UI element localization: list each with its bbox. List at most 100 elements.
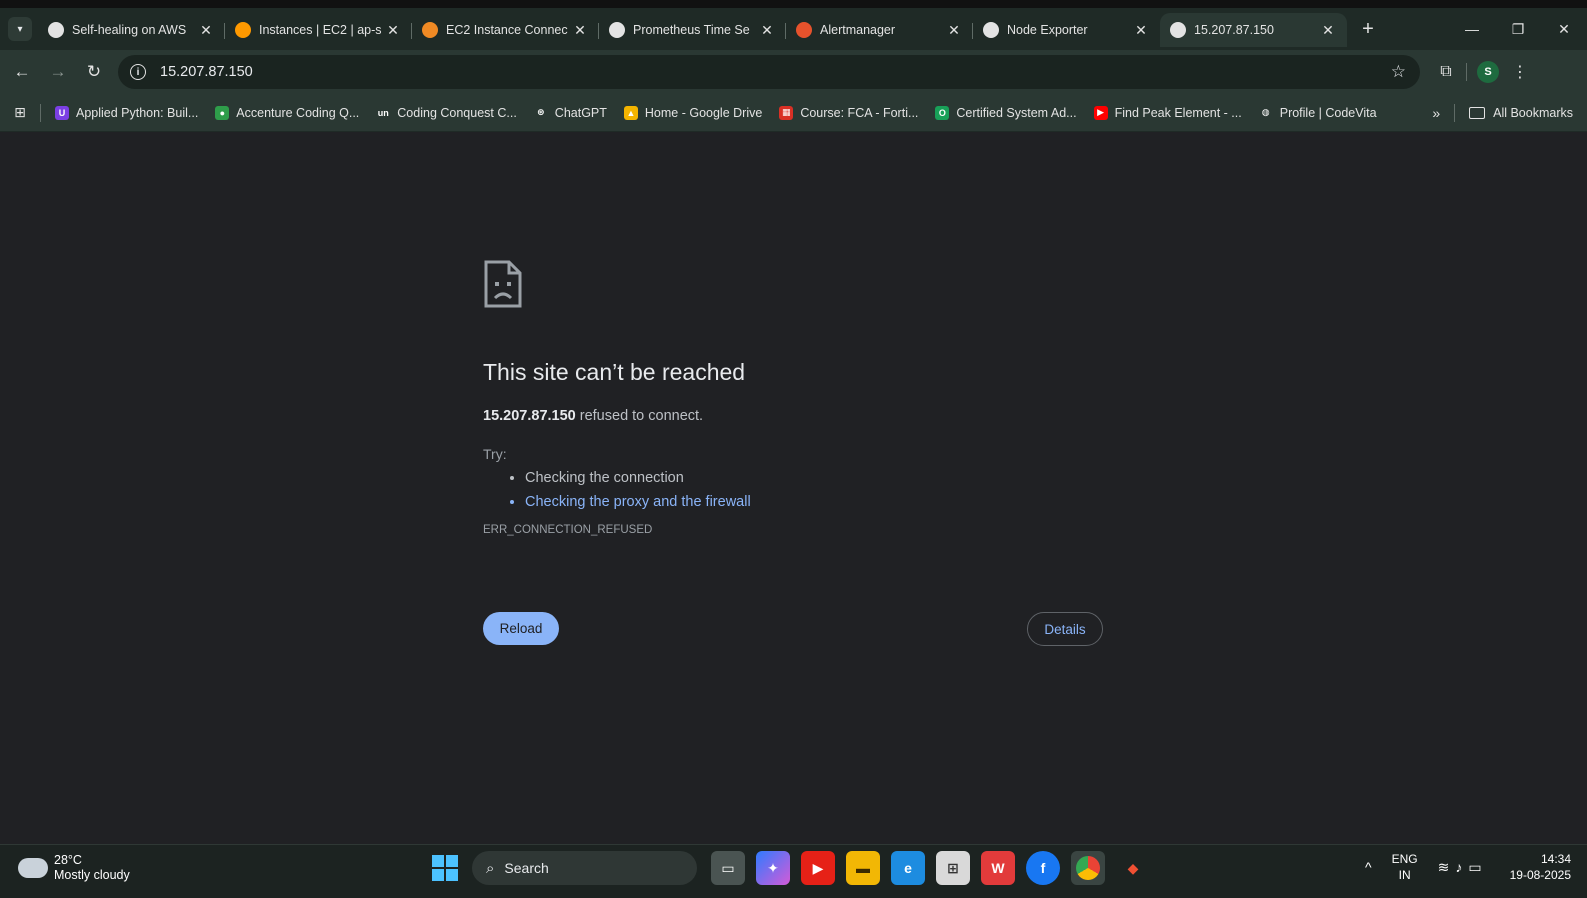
bookmark-label: ChatGPT xyxy=(554,105,607,120)
file-explorer-icon[interactable]: ▬ xyxy=(846,851,880,885)
error-desc-text: refused to connect. xyxy=(575,408,704,424)
tab-strip: ▾ Self-healing on AWS ✕ Instances | EC2 | … xyxy=(0,8,1587,50)
bookmark-item[interactable]: ⊛ ChatGPT xyxy=(533,105,607,120)
bookmark-item[interactable]: ▲ Home - Google Drive xyxy=(623,105,762,120)
suggestion-connection: Checking the connection xyxy=(525,470,1103,486)
taskbar-search[interactable]: ⌕ Search xyxy=(472,851,697,885)
browser-tab[interactable]: Node Exporter ✕ xyxy=(973,13,1160,47)
bookmark-label: Applied Python: Buil... xyxy=(76,105,199,120)
wps-office-icon[interactable]: W xyxy=(981,851,1015,885)
tab-title: 15.207.87.150 xyxy=(1194,23,1274,37)
bookmark-favicon-icon: ● xyxy=(215,105,230,120)
tab-title: Self-healing on AWS xyxy=(72,23,187,37)
error-title: This site can’t be reached xyxy=(483,359,746,385)
bookmark-item[interactable]: ▶ Find Peak Element - ... xyxy=(1093,105,1242,120)
reload-button[interactable]: Reload xyxy=(483,612,559,645)
clock[interactable]: 14:34 19-08-2025 xyxy=(1510,851,1571,883)
try-label: Try: xyxy=(483,446,507,462)
bookmark-label: Course: FCA - Forti... xyxy=(800,105,919,120)
browser-tab[interactable]: Prometheus Time Se ✕ xyxy=(599,13,786,47)
youtube-icon[interactable]: ▶ xyxy=(801,851,835,885)
chrome-icon[interactable] xyxy=(1071,851,1105,885)
suggestions-list: Checking the connection Checking the pro… xyxy=(483,470,1103,510)
tab-close-icon[interactable]: ✕ xyxy=(197,22,215,39)
tab-close-icon[interactable]: ✕ xyxy=(1132,22,1150,39)
forward-arrow-icon[interactable]: → xyxy=(40,62,76,82)
extensions-icon[interactable]: ⧉ xyxy=(1426,63,1466,81)
all-bookmarks-button[interactable]: All Bookmarks xyxy=(1469,106,1573,120)
profile-avatar[interactable]: S xyxy=(1477,61,1499,83)
minimize-icon[interactable]: — xyxy=(1449,21,1495,37)
tab-close-icon[interactable]: ✕ xyxy=(945,22,963,39)
bookmark-star-icon[interactable]: ☆ xyxy=(1391,62,1406,82)
screen-top-edge xyxy=(0,0,1587,8)
bookmark-favicon-icon: ▲ xyxy=(623,105,638,120)
copilot-icon[interactable]: ✦ xyxy=(756,851,790,885)
weather-widget[interactable]: 28°C Mostly cloudy xyxy=(18,851,130,883)
browser-tab[interactable]: Self-healing on AWS ✕ xyxy=(38,13,225,47)
wifi-volume-battery-icons[interactable]: ≋♪▭ xyxy=(1438,859,1488,876)
error-code: ERR_CONNECTION_REFUSED xyxy=(483,524,653,536)
language-indicator[interactable]: ENG IN xyxy=(1392,851,1418,883)
task-view-icon[interactable]: ▭ xyxy=(711,851,745,885)
tab-title: Instances | EC2 | ap-s xyxy=(259,23,382,37)
system-tray: ^ ENG IN ≋♪▭ 14:34 19-08-2025 xyxy=(1365,851,1571,883)
windows-start-icon[interactable] xyxy=(432,855,458,881)
back-arrow-icon[interactable]: ← xyxy=(4,62,40,82)
details-button[interactable]: Details xyxy=(1027,612,1103,646)
store-icon[interactable]: ⊞ xyxy=(936,851,970,885)
folder-icon xyxy=(1469,106,1486,119)
browser-tab[interactable]: 15.207.87.150 ✕ xyxy=(1160,13,1347,47)
weather-temperature: 28°C xyxy=(54,853,82,867)
error-page: This site can’t be reached 15.207.87.150… xyxy=(483,260,1103,536)
more-bookmarks-icon[interactable]: » xyxy=(1432,105,1440,121)
prometheus-icon xyxy=(796,22,812,38)
bookmark-label: Accenture Coding Q... xyxy=(236,105,360,120)
git-icon[interactable]: ◆ xyxy=(1116,851,1150,885)
bookmark-label: Find Peak Element - ... xyxy=(1114,105,1242,120)
toolbar-divider xyxy=(1466,63,1467,81)
taskbar-search-label: Search xyxy=(504,860,549,876)
error-description: 15.207.87.150 refused to connect. xyxy=(483,408,1103,424)
globe-icon xyxy=(609,22,625,38)
tab-close-icon[interactable]: ✕ xyxy=(758,22,776,39)
address-bar[interactable]: i 15.207.87.150 ☆ xyxy=(118,55,1420,89)
bookmark-item[interactable]: ◍ Profile | CodeVita xyxy=(1258,105,1377,120)
browser-tab[interactable]: EC2 Instance Connec ✕ xyxy=(412,13,599,47)
bookmark-item[interactable]: ● Accenture Coding Q... xyxy=(215,105,360,120)
bookmark-item[interactable]: un Coding Conquest C... xyxy=(376,105,517,120)
restore-icon[interactable]: ❐ xyxy=(1495,21,1541,38)
bookmarks-bar: ⊞ U Applied Python: Buil... ● Accenture Cod… xyxy=(0,94,1587,132)
bookmark-item[interactable]: U Applied Python: Buil... xyxy=(55,105,199,120)
edge-icon[interactable]: e xyxy=(891,851,925,885)
close-window-icon[interactable]: ✕ xyxy=(1541,21,1587,38)
tab-close-icon[interactable]: ✕ xyxy=(384,22,402,39)
bookmark-favicon-icon: U xyxy=(55,105,69,120)
bookmark-favicon-icon: ⊛ xyxy=(533,105,548,120)
bookmark-favicon-icon: ◍ xyxy=(1258,105,1273,120)
browser-toolbar: ← → ↻ i 15.207.87.150 ☆ ⧉ S ⋮ xyxy=(0,50,1587,94)
windows-taskbar: 28°C Mostly cloudy ⌕ Search ▭ ✦ ▶ ▬ e ⊞ … xyxy=(0,844,1587,898)
bookmark-item[interactable]: ▦ Course: FCA - Forti... xyxy=(779,105,919,120)
browser-tab[interactable]: Alertmanager ✕ xyxy=(786,13,973,47)
region-code: IN xyxy=(1398,868,1411,882)
browser-tab[interactable]: Instances | EC2 | ap-s ✕ xyxy=(225,13,412,47)
globe-icon xyxy=(1170,22,1186,38)
bookmark-favicon-icon: un xyxy=(376,105,391,120)
tab-close-icon[interactable]: ✕ xyxy=(571,22,589,39)
tab-close-icon[interactable]: ✕ xyxy=(1319,22,1337,39)
search-icon: ⌕ xyxy=(486,859,495,877)
taskbar-apps: ⌕ Search ▭ ✦ ▶ ▬ e ⊞ W f ◆ xyxy=(432,851,1161,885)
suggestion-proxy-firewall-link[interactable]: Checking the proxy and the firewall xyxy=(525,494,1103,510)
bookmark-favicon-icon: ▦ xyxy=(779,105,794,120)
menu-kebab-icon[interactable]: ⋮ xyxy=(1509,62,1531,82)
tab-title: Prometheus Time Se xyxy=(633,23,750,37)
tab-search-button[interactable]: ▾ xyxy=(8,17,32,41)
apps-grid-icon[interactable]: ⊞ xyxy=(0,104,40,121)
site-info-icon[interactable]: i xyxy=(130,64,146,80)
chevron-up-icon[interactable]: ^ xyxy=(1365,859,1372,875)
new-tab-button[interactable]: + xyxy=(1357,18,1379,41)
bookmark-item[interactable]: O Certified System Ad... xyxy=(935,105,1077,120)
facebook-icon[interactable]: f xyxy=(1026,851,1060,885)
reload-icon[interactable]: ↻ xyxy=(76,62,112,82)
